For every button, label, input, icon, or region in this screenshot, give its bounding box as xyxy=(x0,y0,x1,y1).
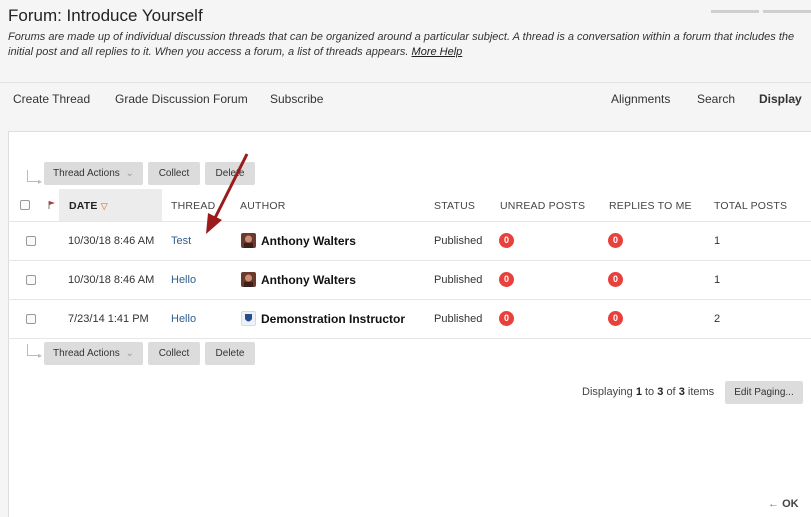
pager-to-word: to xyxy=(645,386,655,398)
column-header-unread[interactable]: UNREAD POSTS xyxy=(500,200,585,212)
grade-forum-button[interactable]: Grade Discussion Forum xyxy=(115,92,248,106)
column-header-replies[interactable]: REPLIES TO ME xyxy=(609,200,692,212)
arrow-right-icon: ▸ xyxy=(38,351,43,360)
row-checkbox[interactable] xyxy=(26,236,36,246)
arrow-right-icon: ▸ xyxy=(38,177,43,186)
row-checkbox[interactable] xyxy=(26,314,36,324)
date-header-label: DATE xyxy=(69,200,98,212)
description-text: Forums are made up of individual discuss… xyxy=(8,31,795,58)
search-button[interactable]: Search xyxy=(697,92,735,106)
row-date: 10/30/18 8:46 AM xyxy=(68,235,155,247)
page-description: Forums are made up of individual discuss… xyxy=(8,30,803,60)
paging-summary: Displaying 1 to 3 of 3 items xyxy=(582,386,714,398)
subscribe-button[interactable]: Subscribe xyxy=(270,92,323,106)
replies-count-badge[interactable]: 0 xyxy=(608,272,623,287)
author-name: Anthony Walters xyxy=(261,234,356,248)
top-tabs xyxy=(707,0,811,13)
ok-button[interactable]: ← OK xyxy=(768,498,799,510)
author-name: Anthony Walters xyxy=(261,273,356,287)
create-thread-button[interactable]: Create Thread xyxy=(13,92,90,106)
action-toolbar: Create Thread Grade Discussion Forum Sub… xyxy=(0,82,811,116)
row-date: 10/30/18 8:46 AM xyxy=(68,274,155,286)
unread-count-badge[interactable]: 0 xyxy=(499,233,514,248)
total-posts: 2 xyxy=(714,313,721,325)
row-status: Published xyxy=(434,313,483,325)
more-help-link[interactable]: More Help xyxy=(412,46,463,58)
table-row: 7/23/14 1:41 PM Hello Demonstration Inst… xyxy=(8,300,811,339)
page-header: Forum: Introduce Yourself Forums are mad… xyxy=(0,0,811,82)
thread-actions-button[interactable]: Thread Actions ⌄ xyxy=(44,342,143,365)
author-name: Demonstration Instructor xyxy=(261,312,406,326)
chevron-down-icon: ⌄ xyxy=(125,168,134,179)
collect-button[interactable]: Collect xyxy=(148,342,200,365)
delete-button[interactable]: Delete xyxy=(205,342,255,365)
table-row: 10/30/18 8:46 AM Hello Anthony Walters P… xyxy=(8,261,811,300)
ok-label: OK xyxy=(782,498,799,510)
flag-icon[interactable] xyxy=(47,200,57,210)
alignments-button[interactable]: Alignments xyxy=(611,92,670,106)
instructor-avatar-icon xyxy=(241,311,256,326)
thread-link[interactable]: Test xyxy=(171,235,191,247)
thread-actions-label: Thread Actions xyxy=(53,168,120,179)
column-header-total[interactable]: TOTAL POSTS xyxy=(714,200,787,212)
row-status: Published xyxy=(434,274,483,286)
table-header: DATE ▽ THREAD AUTHOR STATUS UNREAD POSTS… xyxy=(8,189,811,222)
column-header-thread[interactable]: THREAD xyxy=(171,200,215,212)
total-posts: 1 xyxy=(714,274,721,286)
arrow-left-icon: ← xyxy=(768,498,779,510)
user-avatar-icon xyxy=(241,272,256,287)
row-status: Published xyxy=(434,235,483,247)
pager-to: 3 xyxy=(657,386,664,398)
thread-link[interactable]: Hello xyxy=(171,274,196,286)
thread-actions-label: Thread Actions xyxy=(53,348,120,359)
collect-button[interactable]: Collect xyxy=(148,162,200,185)
chevron-down-icon: ⌄ xyxy=(125,348,134,359)
pager-prefix: Displaying xyxy=(582,386,633,398)
pager-from: 1 xyxy=(635,386,642,398)
table-row: 10/30/18 8:46 AM Test Anthony Walters Pu… xyxy=(8,222,811,261)
pager-of-word: of xyxy=(666,386,676,398)
delete-button[interactable]: Delete xyxy=(205,162,255,185)
unread-count-badge[interactable]: 0 xyxy=(499,311,514,326)
row-date: 7/23/14 1:41 PM xyxy=(68,313,149,325)
row-checkbox[interactable] xyxy=(26,275,36,285)
pager-total: 3 xyxy=(678,386,685,398)
unread-count-badge[interactable]: 0 xyxy=(499,272,514,287)
chevron-down-icon[interactable]: ⌄ xyxy=(789,92,798,105)
edit-paging-button[interactable]: Edit Paging... xyxy=(725,381,803,404)
thread-actions-button[interactable]: Thread Actions ⌄ xyxy=(44,162,143,185)
thread-link[interactable]: Hello xyxy=(171,313,196,325)
column-header-author[interactable]: AUTHOR xyxy=(240,200,286,212)
column-header-status[interactable]: STATUS xyxy=(434,200,475,212)
replies-count-badge[interactable]: 0 xyxy=(608,233,623,248)
user-avatar-icon xyxy=(241,233,256,248)
pager-suffix: items xyxy=(687,386,715,398)
sort-desc-icon: ▽ xyxy=(100,201,108,211)
replies-count-badge[interactable]: 0 xyxy=(608,311,623,326)
column-header-date[interactable]: DATE ▽ xyxy=(69,200,108,212)
total-posts: 1 xyxy=(714,235,721,247)
page-title: Forum: Introduce Yourself xyxy=(8,6,203,25)
select-all-checkbox[interactable] xyxy=(20,200,30,210)
